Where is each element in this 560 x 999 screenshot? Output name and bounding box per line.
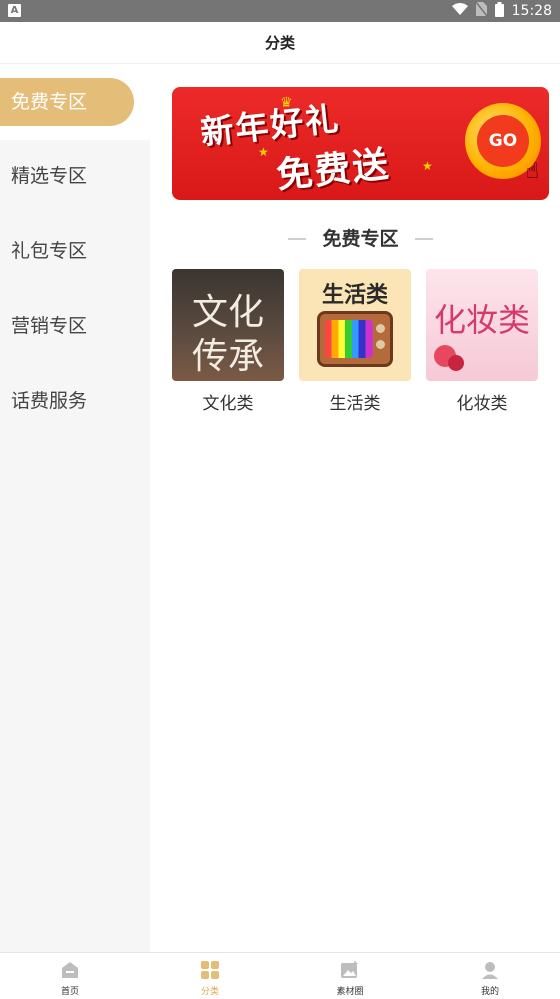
sidebar-item-label: 话费服务 [11,390,88,412]
category-name: 生活类 [329,394,381,414]
category-name: 文化类 [202,394,254,414]
category-thumbnail: 化妆类 [426,269,538,381]
page-title: 分类 [264,34,295,52]
status-bar: A 15:28 [0,0,560,22]
tab-home[interactable]: 首页 [0,953,140,999]
thumb-text: 生活类 [321,283,388,308]
banner-subheadline: 免费送 [274,144,393,197]
category-card-makeup[interactable]: 化妆类 化妆类 [426,269,538,414]
section-title: 免费专区 [322,228,399,250]
category-thumbnail: 生活类 [299,269,411,381]
title-bar: 分类 [0,22,560,64]
home-icon [62,962,78,978]
notification-app-icon: A [8,4,21,17]
sidebar-item-selected-zone[interactable]: 精选专区 [0,152,150,200]
star-icon: ★ [422,159,433,173]
category-thumbnail: 文化 传承 [172,269,284,381]
divider [415,238,433,240]
sidebar-item-gift-zone[interactable]: 礼包专区 [0,227,150,275]
wifi-icon [451,3,468,19]
category-card-life[interactable]: 生活类 生活类 [299,269,411,414]
tv-icon [317,311,393,367]
sidebar-item-label: 精选专区 [11,165,88,187]
battery-icon [494,1,504,21]
sidebar-item-marketing-zone[interactable]: 营销专区 [0,302,150,350]
category-icon [201,961,219,979]
sidebar-item-phone-service[interactable]: 话费服务 [0,377,150,425]
flower-icon [448,355,464,371]
tab-label: 我的 [480,987,499,997]
go-button-label: GO [477,115,529,167]
image-icon [341,961,358,978]
category-name: 化妆类 [456,394,508,414]
tab-material[interactable]: 素材圈 [280,953,420,999]
tab-label: 素材圈 [336,987,364,997]
sidebar-item-label: 礼包专区 [11,240,88,262]
tab-mine[interactable]: 我的 [420,953,560,999]
sidebar-item-label: 免费专区 [11,91,88,113]
pointer-hand-icon: ☝ [525,159,539,184]
sidebar-item-label: 营销专区 [11,315,88,337]
bottom-tab-bar: 首页 分类 素材圈 我的 [0,952,560,998]
user-icon [482,962,498,979]
no-sim-icon [475,1,488,20]
promo-banner[interactable]: ♛ ★ ★ 新年好礼 免费送 GO ☝ [172,87,549,200]
sidebar-item-free-zone[interactable]: 免费专区 [0,78,150,126]
thumb-text: 传承 [191,336,264,377]
tab-category[interactable]: 分类 [140,953,280,999]
status-time: 15:28 [511,3,552,19]
category-card-culture[interactable]: 文化 传承 文化类 [172,269,284,414]
tab-label: 分类 [200,987,219,997]
thumb-text: 化妆类 [433,301,530,339]
section-header: 免费专区 [172,224,549,254]
tab-label: 首页 [60,987,79,997]
divider [288,238,306,240]
status-icons: 15:28 [451,0,552,22]
